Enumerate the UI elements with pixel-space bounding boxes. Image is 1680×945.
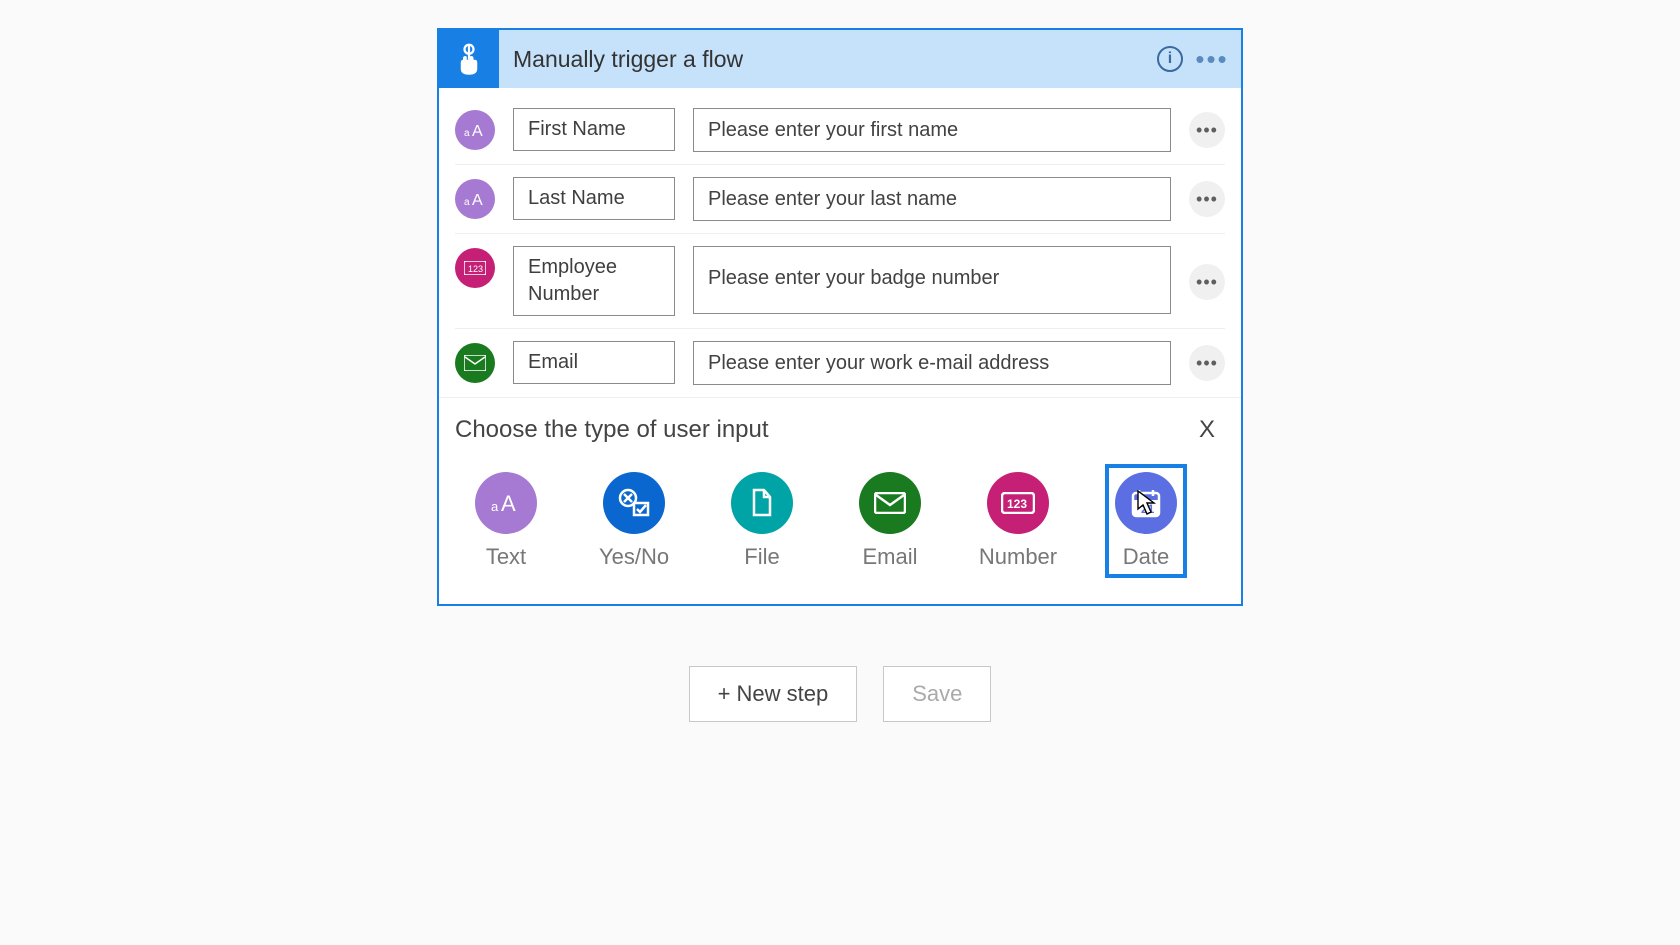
svg-text:a: a <box>491 499 499 514</box>
number-icon: 123 <box>455 248 495 288</box>
input-rows: aA First Name ••• aA Last Name ••• 123 E… <box>439 88 1241 397</box>
dots-horizontal-icon: ••• <box>1196 354 1218 372</box>
input-type-number[interactable]: 123 Number <box>977 464 1059 578</box>
input-row: Email ••• <box>455 329 1225 397</box>
input-prompt-field[interactable] <box>693 246 1171 314</box>
input-menu-button[interactable]: ••• <box>1189 112 1225 148</box>
option-label: Text <box>486 544 526 570</box>
new-step-button[interactable]: + New step <box>689 666 858 722</box>
trigger-card: Manually trigger a flow i ••• aA First N… <box>437 28 1243 606</box>
yesno-icon <box>603 472 665 534</box>
text-icon: aA <box>475 472 537 534</box>
input-row: 123 Employee Number ••• <box>455 234 1225 329</box>
dots-horizontal-icon: ••• <box>1196 190 1218 208</box>
option-label: Email <box>862 544 917 570</box>
info-button[interactable]: i <box>1149 38 1191 80</box>
trigger-header[interactable]: Manually trigger a flow i ••• <box>439 30 1241 88</box>
dots-horizontal-icon: ••• <box>1196 273 1218 291</box>
text-icon: aA <box>455 179 495 219</box>
email-icon <box>859 472 921 534</box>
trigger-title: Manually trigger a flow <box>499 46 1149 73</box>
input-row: aA First Name ••• <box>455 96 1225 165</box>
input-type-text[interactable]: aA Text <box>465 464 547 578</box>
input-prompt-field[interactable] <box>693 177 1171 221</box>
number-icon: 123 <box>987 472 1049 534</box>
input-name-field[interactable]: Employee Number <box>513 246 675 316</box>
input-type-email[interactable]: Email <box>849 464 931 578</box>
manual-trigger-icon <box>439 30 499 88</box>
chooser-heading: Choose the type of user input <box>455 416 769 444</box>
file-icon <box>731 472 793 534</box>
option-label: Number <box>979 544 1057 570</box>
info-icon: i <box>1157 46 1183 72</box>
option-label: Date <box>1123 544 1169 570</box>
input-type-yesno[interactable]: Yes/No <box>593 464 675 578</box>
input-name-field[interactable]: First Name <box>513 108 675 151</box>
chooser-close-button[interactable]: X <box>1189 412 1225 448</box>
svg-text:123: 123 <box>1007 497 1027 511</box>
input-name-field[interactable]: Last Name <box>513 177 675 220</box>
svg-text:123: 123 <box>468 264 483 274</box>
svg-text:a: a <box>464 128 470 139</box>
input-type-chooser: Choose the type of user input X aA Text <box>439 397 1241 604</box>
input-menu-button[interactable]: ••• <box>1189 345 1225 381</box>
option-label: Yes/No <box>599 544 669 570</box>
save-button[interactable]: Save <box>883 666 991 722</box>
input-name-field[interactable]: Email <box>513 341 675 384</box>
input-menu-button[interactable]: ••• <box>1189 181 1225 217</box>
dots-horizontal-icon: ••• <box>1195 46 1228 72</box>
svg-text:A: A <box>472 123 483 139</box>
text-icon: aA <box>455 110 495 150</box>
svg-text:A: A <box>472 192 483 208</box>
dots-horizontal-icon: ••• <box>1196 121 1218 139</box>
input-type-file[interactable]: File <box>721 464 803 578</box>
svg-text:A: A <box>501 491 516 515</box>
trigger-menu-button[interactable]: ••• <box>1191 38 1233 80</box>
input-prompt-field[interactable] <box>693 108 1171 152</box>
option-label: File <box>744 544 779 570</box>
svg-text:a: a <box>464 197 470 208</box>
input-menu-button[interactable]: ••• <box>1189 264 1225 300</box>
input-row: aA Last Name ••• <box>455 165 1225 234</box>
email-icon <box>455 343 495 383</box>
svg-text:21: 21 <box>1141 502 1155 516</box>
input-prompt-field[interactable] <box>693 341 1171 385</box>
input-type-date[interactable]: 21 Date <box>1105 464 1187 578</box>
footer-actions: + New step Save <box>689 666 992 722</box>
calendar-icon: 21 <box>1115 472 1177 534</box>
